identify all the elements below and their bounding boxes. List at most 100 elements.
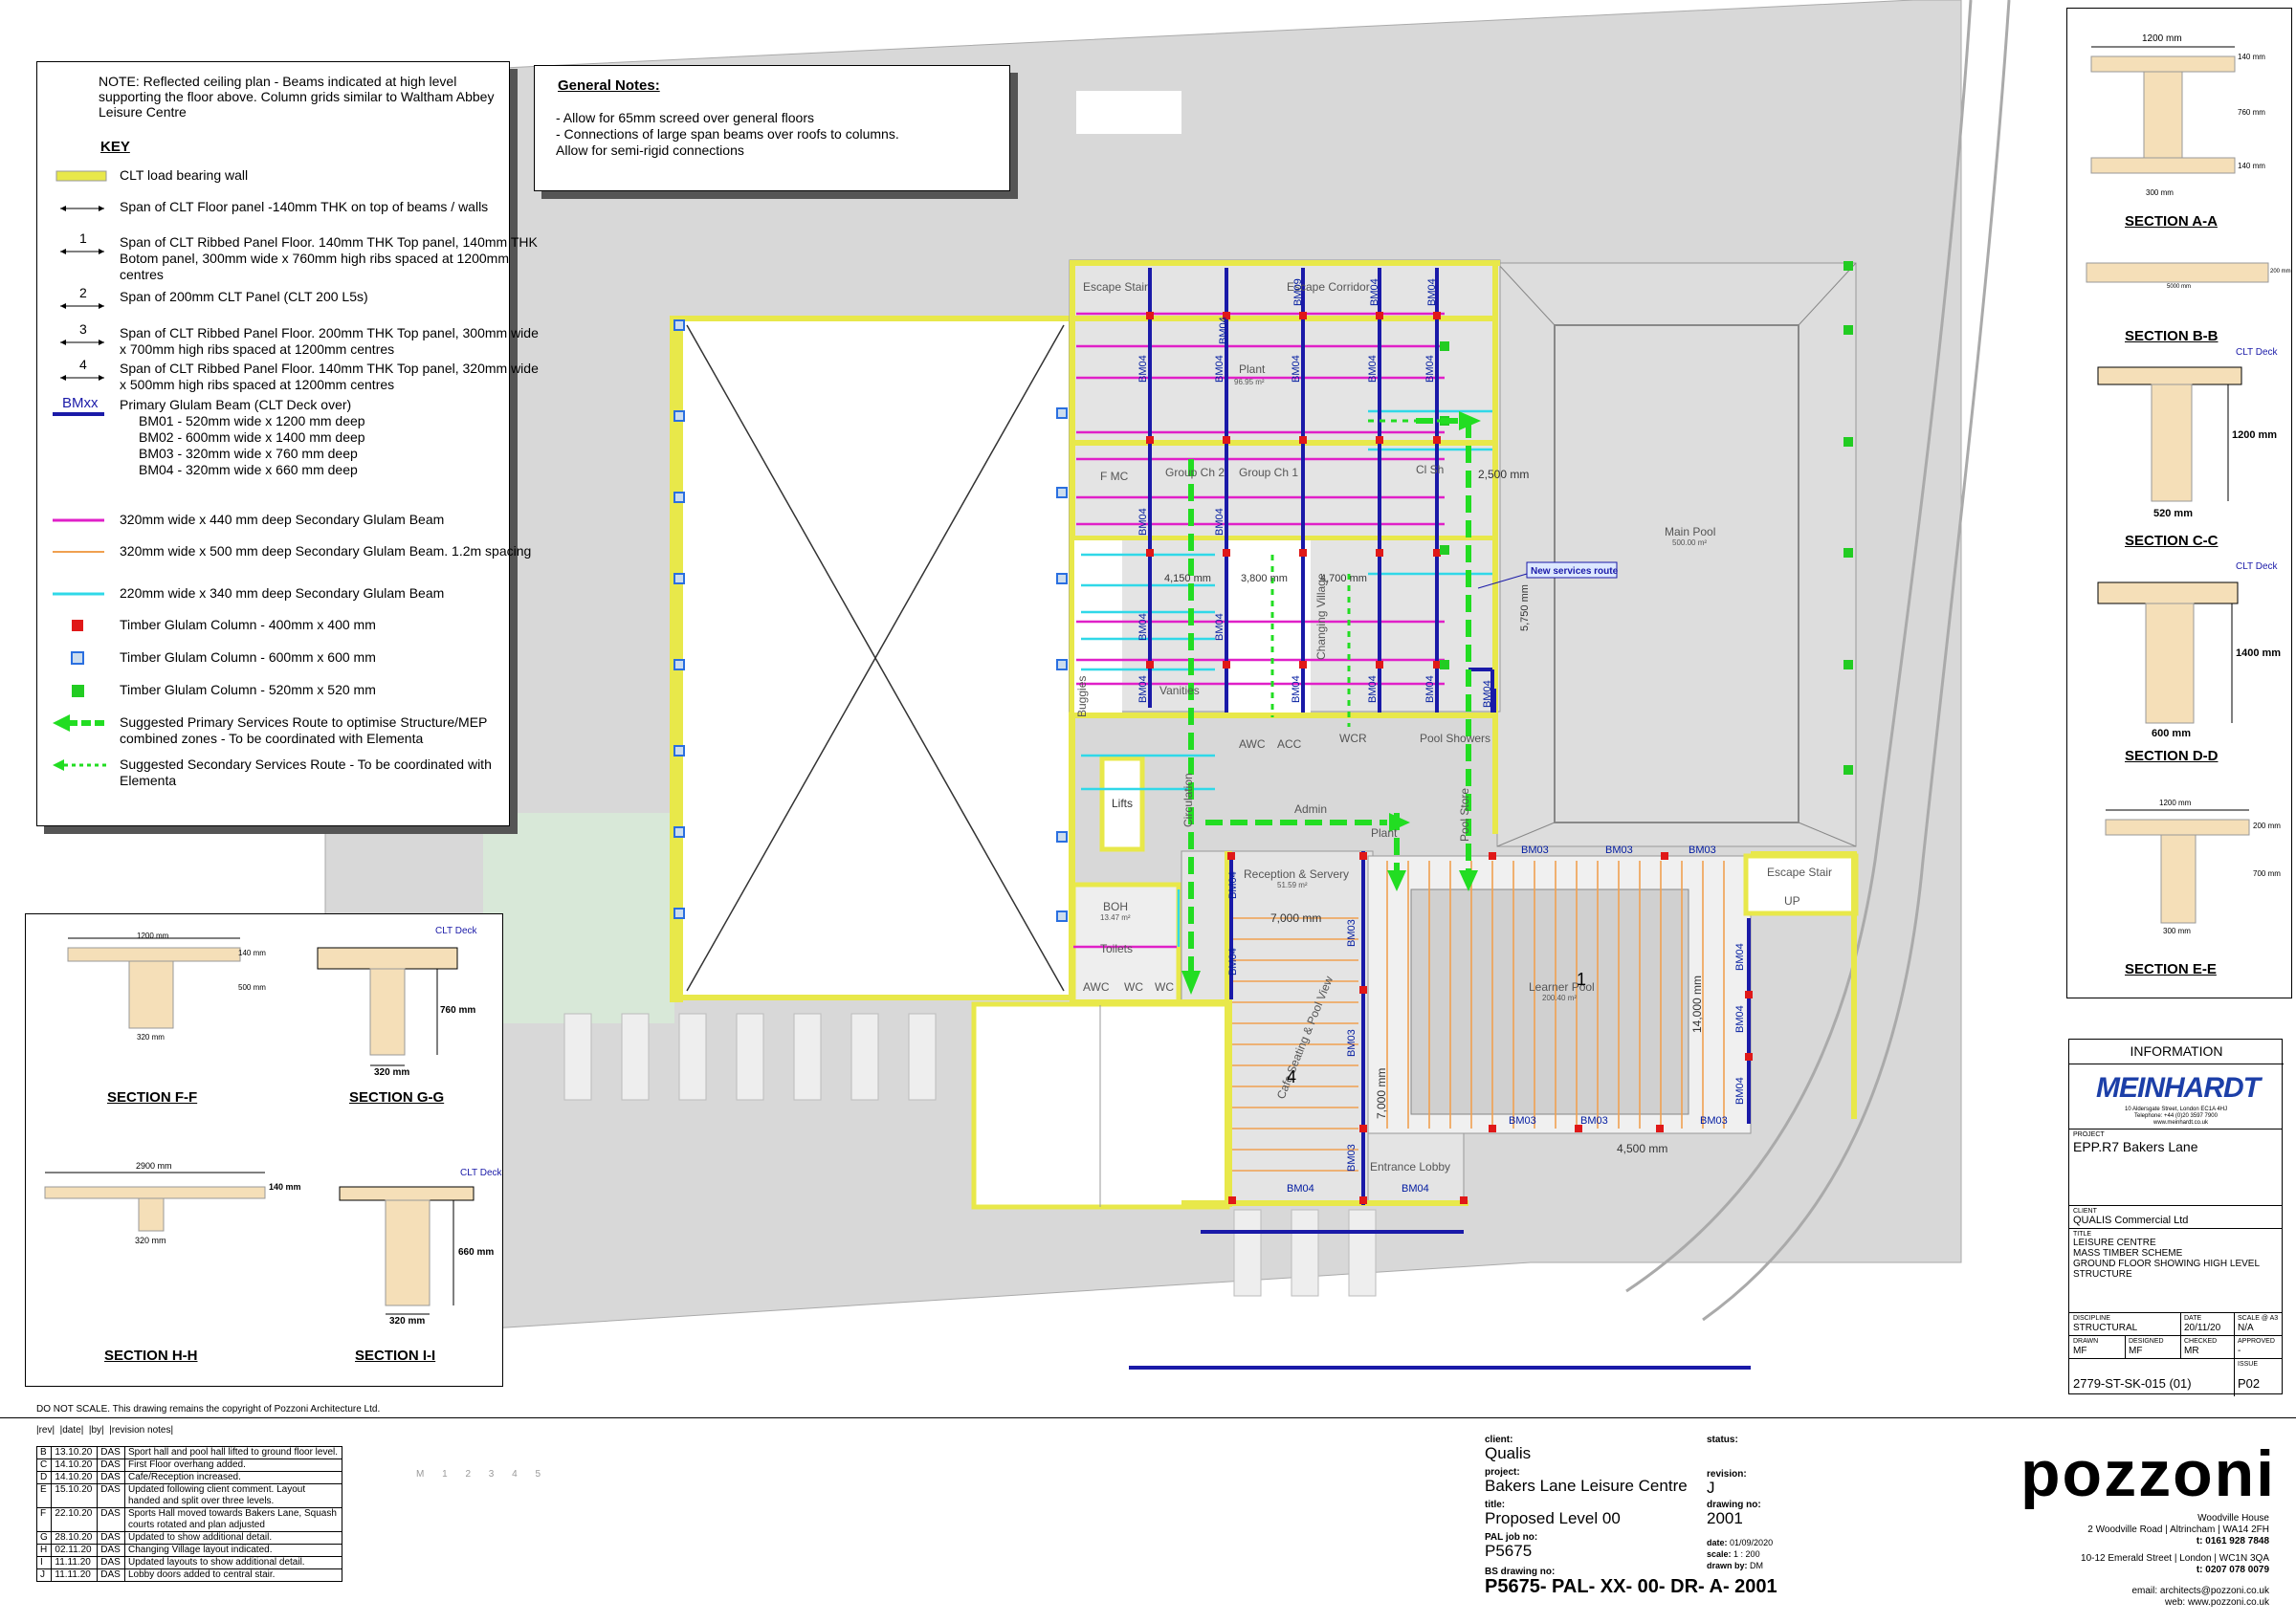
key-item-text: Primary Glulam Beam (CLT Deck over) <box>120 397 352 412</box>
label-span-4: 4 <box>1287 1067 1296 1086</box>
red-column <box>1299 661 1307 669</box>
info-issue-label: ISSUE <box>2238 1361 2259 1368</box>
section-d-deck: CLT Deck <box>2236 561 2278 572</box>
section-h-rib: 320 mm <box>135 1236 166 1245</box>
key-item-text: Span of 200mm CLT Panel (CLT 200 L5s) <box>120 289 368 304</box>
key-symbol-icon <box>51 714 108 734</box>
pozzoni-addr3: 10-12 Emerald Street | London | WC1N 3QA <box>2081 1553 2269 1564</box>
pozzoni-addr1: Woodville House <box>2197 1513 2269 1524</box>
footer-revision: J <box>1707 1479 1715 1497</box>
key-symbol-icon <box>51 682 108 701</box>
red-column <box>1433 661 1441 669</box>
info-checked-value: MR <box>2184 1346 2199 1356</box>
revision-row: F 22.10.20 DAS Sports Hall moved towards Ba… <box>35 1507 342 1532</box>
label-cl: Cl Sh <box>1416 463 1444 476</box>
blue-column <box>1056 407 1068 419</box>
revision-cell: DAS <box>97 1544 125 1557</box>
key-panel: NOTE: Reflected ceiling plan - Beams ind… <box>36 61 539 826</box>
footer-bs: P5675- PAL- XX- 00- DR- A- 2001 <box>1485 1576 1777 1597</box>
blue-column <box>673 410 685 422</box>
bm-label: BM04 <box>1291 675 1302 703</box>
label-escape-stair: Escape Stair <box>1083 280 1148 294</box>
general-note-line: - Connections of large span beams over r… <box>556 126 899 142</box>
section-a-title: SECTION A-A <box>2125 213 2218 230</box>
label-dim-4500: 4,500 mm <box>1617 1142 1667 1155</box>
bm-label: BM04 <box>1214 508 1225 536</box>
revision-cell: Updated following client comment. Layout… <box>124 1483 342 1508</box>
general-notes-title: General Notes: <box>558 77 660 94</box>
label-escape-stair-2: Escape Stair <box>1767 866 1832 879</box>
pozzoni-tel1: t: 0161 928 7848 <box>2196 1536 2269 1546</box>
revision-cell: 11.11.20 <box>51 1556 99 1569</box>
section-f-title: SECTION F-F <box>107 1089 198 1106</box>
blue-column <box>673 826 685 838</box>
key-note: NOTE: Reflected ceiling plan - Beams ind… <box>99 74 500 120</box>
key-symbol-icon <box>51 649 108 669</box>
label-plant-area: 96.95 m² <box>1234 378 1265 386</box>
section-e-title: SECTION E-E <box>2125 961 2217 977</box>
pozzoni-email: email: architects@pozzoni.co.uk <box>2131 1586 2269 1596</box>
red-column <box>1656 1125 1664 1132</box>
label-lifts: Lifts <box>1112 797 1133 810</box>
key-item-text: Timber Glulam Column - 400mm x 400 mm <box>120 617 376 632</box>
bm-label: BM04 <box>1287 1183 1314 1195</box>
pozzoni-address: Woodville House 2 Woodville Road | Altri… <box>2028 1513 2269 1609</box>
revision-cell: 13.10.20 <box>51 1446 99 1459</box>
section-h-title: SECTION H-H <box>104 1348 198 1364</box>
bm-label: BM04 <box>1227 871 1239 899</box>
blue-column <box>673 319 685 331</box>
label-vanities: Vanities <box>1159 684 1200 697</box>
label-entrance-lobby: Entrance Lobby <box>1370 1160 1450 1173</box>
blue-column <box>1056 831 1068 843</box>
bm-label: BM04 <box>1424 355 1436 383</box>
revision-cell: H <box>35 1544 53 1557</box>
footer-scale-label: scale: <box>1707 1549 1732 1559</box>
footer-rule <box>0 1417 2296 1418</box>
bm-label: BM04 <box>1426 278 1438 306</box>
red-column <box>1433 312 1441 319</box>
key-item-text: Span of CLT Ribbed Panel Floor. 140mm TH… <box>120 234 538 282</box>
revision-cell: 11.11.20 <box>51 1568 99 1582</box>
bm-label: BM04 <box>1734 1005 1746 1033</box>
key-symbol-icon <box>51 585 108 604</box>
red-column <box>1146 661 1154 669</box>
general-note-line: Allow for semi-rigid connections <box>556 143 744 158</box>
info-drawing-number: 2779-ST-SK-015 (01) <box>2073 1376 2192 1391</box>
info-scale-value: N/A <box>2238 1323 2254 1333</box>
section-f-rib: 320 mm <box>137 1033 165 1042</box>
bm-label: BM04 <box>1214 355 1225 383</box>
section-h-height: 140 mm <box>269 1182 301 1192</box>
section-g-width: 320 mm <box>374 1067 410 1078</box>
revision-row: E 15.10.20 DAS Updated following client com… <box>35 1483 342 1508</box>
white-patch <box>1076 91 1181 134</box>
key-heading: KEY <box>100 139 130 155</box>
pozzoni-web: web: www.pozzoni.co.uk <box>2165 1597 2269 1608</box>
revision-cell: Sport hall and pool hall lifted to groun… <box>124 1446 342 1459</box>
section-g-height: 760 mm <box>440 1005 476 1016</box>
label-boh-area: 13.47 m² <box>1100 913 1131 922</box>
footer-title: Proposed Level 00 <box>1485 1509 1621 1527</box>
general-notes-panel: General Notes: - Allow for 65mm screed o… <box>534 65 1010 191</box>
red-column <box>1376 436 1383 444</box>
red-column <box>1359 1196 1367 1204</box>
blue-column <box>1056 910 1068 922</box>
label-new-services: New services route <box>1531 566 1619 577</box>
key-symbol-number: 4 <box>79 357 87 372</box>
key-symbol-icon <box>51 757 108 776</box>
red-column <box>1299 436 1307 444</box>
label-dim-7000b: 7,000 mm <box>1375 1068 1388 1119</box>
bm-label: BM03 <box>1700 1115 1728 1127</box>
meinhardt-address: 10 Aldersgate Street, London EC1A 4HJ <box>2125 1107 2228 1112</box>
revision-cell: J <box>35 1568 53 1582</box>
section-c-height: 1200 mm <box>2232 429 2278 441</box>
blue-column <box>673 908 685 919</box>
footer-project: Bakers Lane Leisure Centre <box>1485 1477 1688 1495</box>
footer-drawnby: DM <box>1750 1561 1764 1570</box>
revision-cell: Changing Village layout indicated. <box>124 1544 342 1557</box>
footer-date: 01/09/2020 <box>1730 1538 1774 1547</box>
section-a-h2: 760 mm <box>2238 108 2265 117</box>
green-area <box>483 813 674 1023</box>
label-main-pool-area: 500.00 m² <box>1672 538 1707 547</box>
revision-cell: 22.10.20 <box>51 1507 99 1532</box>
footer-date-label: date: <box>1707 1538 1728 1547</box>
